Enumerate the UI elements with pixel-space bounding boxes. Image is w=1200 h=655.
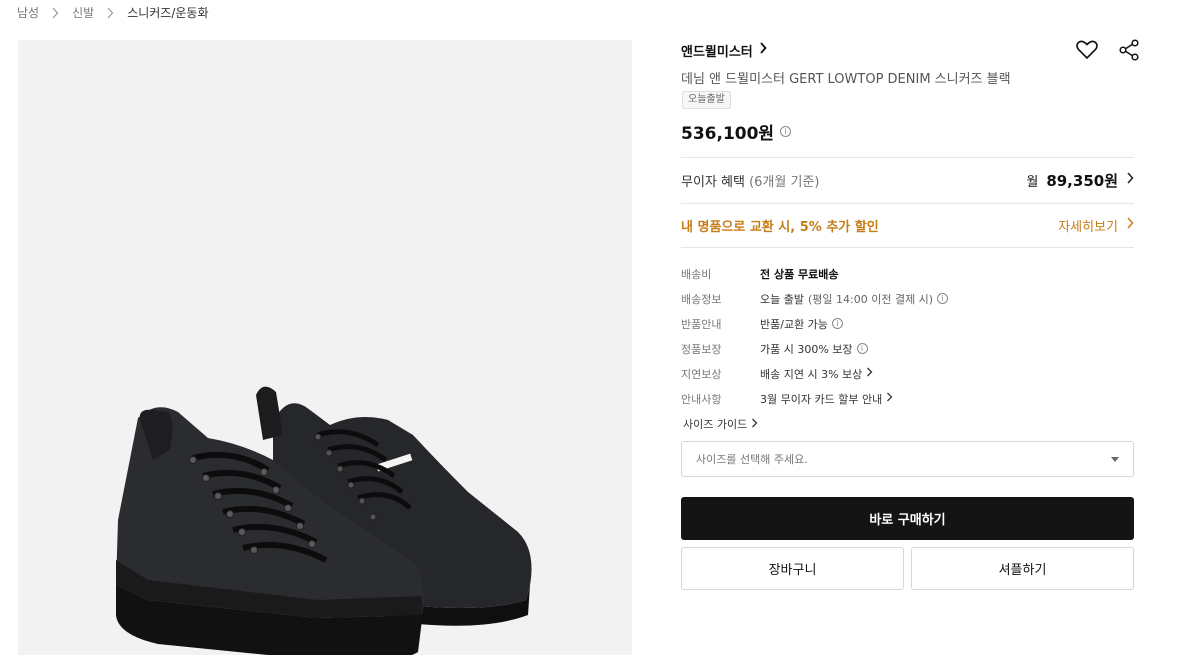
detail-row-returns: 반품안내 반품/교환 가능 i (681, 311, 1134, 336)
detail-value: 반품/교환 가능 (760, 317, 828, 331)
installment-amount-group: 월 89,350원 (1026, 170, 1134, 191)
divider (681, 247, 1134, 248)
detail-value-group: 가품 시 300% 보장 i (760, 341, 868, 357)
brand-link[interactable]: 앤드뮐미스터 (681, 40, 767, 60)
detail-row-shipping-fee: 배송비 전 상품 무료배송 (681, 261, 1134, 286)
breadcrumb-item-men[interactable]: 남성 (17, 4, 39, 21)
price-row: 536,100원 i (681, 119, 792, 144)
size-select[interactable]: 사이즈를 선택해 주세요. (681, 441, 1134, 477)
size-guide-link[interactable]: 사이즈 가이드 (683, 416, 758, 432)
buy-now-button[interactable]: 바로 구매하기 (681, 497, 1134, 540)
promo-details-link[interactable]: 자세히보기 (1058, 216, 1134, 235)
breadcrumb-item-shoes[interactable]: 신발 (72, 4, 94, 21)
trade-in-promo-row[interactable]: 내 명품으로 교환 시, 5% 추가 할인 자세히보기 (681, 203, 1134, 247)
detail-row-notice[interactable]: 안내사항 3월 무이자 카드 할부 안내 (681, 386, 1134, 411)
same-day-shipping-badge: 오늘출발 (682, 91, 731, 109)
detail-label: 반품안내 (681, 317, 722, 331)
chevron-right-icon (1126, 172, 1134, 188)
detail-value: 전 상품 무료배송 (760, 267, 839, 281)
promo-details-label: 자세히보기 (1058, 219, 1118, 235)
detail-label: 지연보상 (681, 367, 722, 381)
chevron-right-icon (886, 392, 893, 405)
share-icon[interactable] (1116, 37, 1142, 63)
detail-value-group: 반품/교환 가능 i (760, 316, 843, 332)
detail-label: 정품보장 (681, 342, 722, 356)
detail-value: 오늘 출발 (760, 292, 804, 306)
detail-label: 안내사항 (681, 392, 722, 406)
detail-row-authenticity: 정품보장 가품 시 300% 보장 i (681, 336, 1134, 361)
size-guide-label: 사이즈 가이드 (683, 418, 748, 431)
detail-value-group: 3월 무이자 카드 할부 안내 (760, 391, 893, 407)
brand-name: 앤드뮐미스터 (681, 44, 753, 60)
top-actions (1074, 37, 1142, 63)
chevron-right-icon (48, 6, 64, 20)
breadcrumb: 남성 신발 스니커즈/운동화 (17, 4, 209, 21)
installment-amount: 89,350원 (1046, 171, 1118, 190)
detail-label: 배송비 (681, 267, 712, 281)
breadcrumb-item-sneakers[interactable]: 스니커즈/운동화 (127, 4, 208, 21)
installment-label: 무이자 혜택 (681, 174, 745, 190)
info-icon[interactable]: i (937, 293, 949, 304)
chevron-right-icon (103, 6, 119, 20)
detail-value: 가품 시 300% 보장 (760, 342, 853, 356)
heart-icon[interactable] (1074, 37, 1100, 63)
installment-row[interactable]: 무이자 혜택 (6개월 기준) 월 89,350원 (681, 158, 1134, 202)
product-price: 536,100원 (681, 124, 775, 144)
chevron-right-icon (866, 367, 873, 380)
detail-value-group: 오늘 출발 (평일 14:00 이전 결제 시) i (760, 291, 949, 307)
info-icon[interactable]: i (831, 318, 843, 329)
product-name: 데님 앤 드뮐미스터 GERT LOWTOP DENIM 스니커즈 블랙 (681, 72, 1011, 87)
caret-down-icon (1111, 456, 1119, 462)
detail-note: (평일 14:00 이전 결제 시) (807, 292, 934, 306)
product-image (18, 40, 632, 655)
delivery-details: 배송비 전 상품 무료배송 배송정보 오늘 출발 (평일 14:00 이전 결제… (681, 261, 1134, 411)
detail-row-delay-compensation[interactable]: 지연보상 배송 지연 시 3% 보상 (681, 361, 1134, 386)
installment-label-group: 무이자 혜택 (6개월 기준) (681, 171, 819, 190)
size-select-placeholder: 사이즈를 선택해 주세요. (696, 453, 808, 466)
installment-prefix: 월 (1026, 174, 1039, 190)
detail-row-shipping-info: 배송정보 오늘 출발 (평일 14:00 이전 결제 시) i (681, 286, 1134, 311)
info-icon[interactable]: i (780, 126, 792, 137)
chevron-right-icon (759, 42, 767, 58)
info-icon[interactable]: i (856, 343, 868, 354)
detail-value: 3월 무이자 카드 할부 안내 (760, 392, 883, 406)
installment-note: (6개월 기준) (749, 174, 820, 190)
sneaker-illustration (116, 386, 532, 655)
detail-value-group: 배송 지연 시 3% 보상 (760, 366, 873, 382)
chevron-right-icon (751, 418, 758, 431)
chevron-right-icon (1126, 217, 1134, 233)
trade-in-promo-text: 내 명품으로 교환 시, 5% 추가 할인 (681, 219, 879, 235)
detail-value: 배송 지연 시 3% 보상 (760, 367, 863, 381)
add-to-cart-button[interactable]: 장바구니 (681, 547, 904, 590)
detail-label: 배송정보 (681, 292, 722, 306)
shuffle-button[interactable]: 셔플하기 (911, 547, 1134, 590)
